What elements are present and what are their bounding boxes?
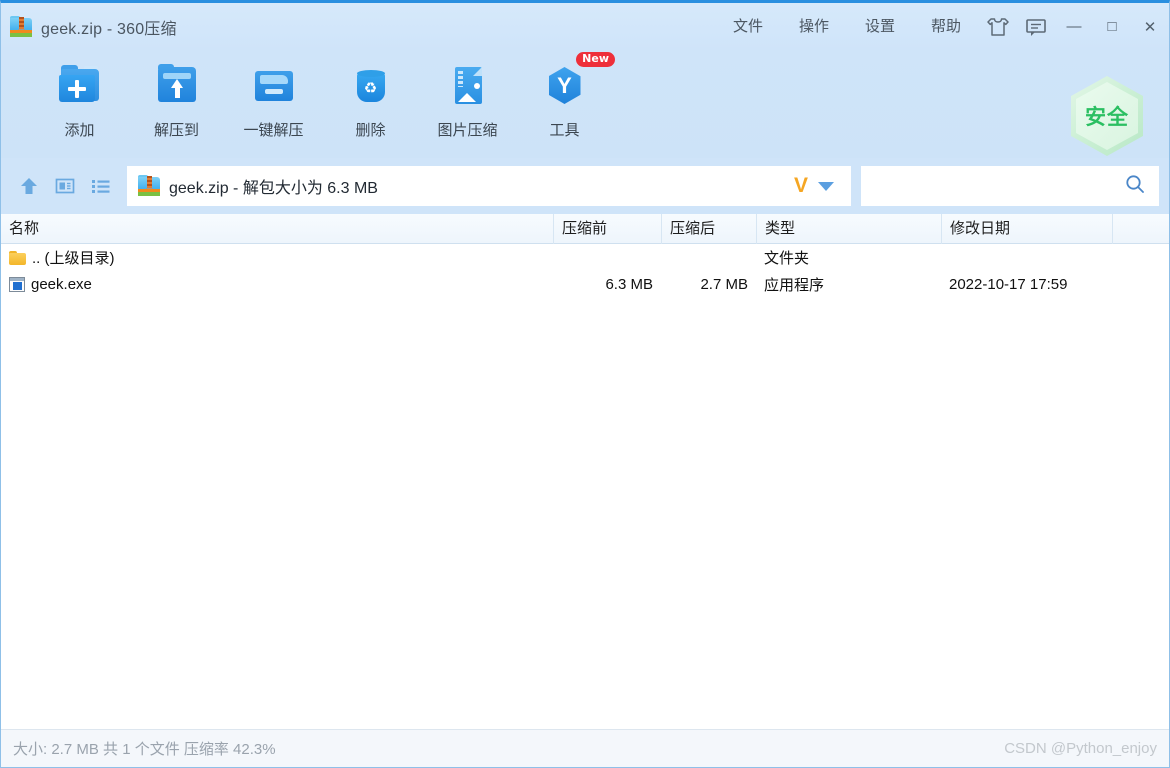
folder-icon	[9, 250, 26, 265]
toolbar-button-add[interactable]: 添加	[31, 50, 128, 150]
zip-folder-icon	[138, 175, 160, 197]
add-folder-icon	[57, 63, 103, 109]
table-row[interactable]: .. (上级目录) 文件夹	[1, 244, 1169, 271]
row-name: .. (上级目录)	[32, 250, 115, 267]
row-name: geek.exe	[31, 276, 92, 293]
new-badge: New	[576, 52, 615, 67]
toolbar-button-delete[interactable]: ♻ 删除	[322, 50, 419, 150]
app-window: geek.zip - 360压缩 文件 操作 设置 帮助 — □ ✕ 添加 解压…	[0, 0, 1170, 768]
feedback-icon[interactable]	[1017, 3, 1055, 50]
security-badge: 安全	[1071, 76, 1143, 156]
address-field[interactable]: geek.zip - 解包大小为 6.3 MB V	[127, 166, 851, 206]
menu-operation[interactable]: 操作	[781, 3, 847, 50]
image-compress-icon	[445, 63, 491, 109]
status-bar: 大小: 2.7 MB 共 1 个文件 压缩率 42.3% CSDN @Pytho…	[1, 729, 1169, 767]
chevron-down-icon[interactable]	[818, 181, 834, 191]
toolbar-label-tools: 工具	[549, 122, 580, 139]
column-header-modified[interactable]: 修改日期	[941, 213, 1112, 244]
column-header-row: 名称 压缩前 压缩后 类型 修改日期	[1, 213, 1169, 244]
row-modified: 2022-10-17 17:59	[949, 276, 1068, 293]
address-field-actions: V	[788, 174, 844, 198]
v-badge-icon[interactable]: V	[788, 174, 814, 198]
row-type: 应用程序	[764, 277, 825, 294]
address-path-text: geek.zip - 解包大小为 6.3 MB	[169, 180, 378, 197]
security-badge-label: 安全	[1085, 106, 1129, 129]
delete-icon: ♻	[348, 63, 394, 109]
column-header-name[interactable]: 名称	[1, 214, 553, 244]
exe-icon	[9, 277, 25, 292]
row-size-after: 2.7 MB	[700, 276, 748, 293]
skin-icon[interactable]	[979, 3, 1017, 50]
toolbar-label-extract-to: 解压到	[153, 122, 199, 139]
file-rows: .. (上级目录) 文件夹 geek.exe 6.3 MB 2.7 MB 应用程…	[1, 244, 1169, 729]
view-panel-icon[interactable]	[47, 168, 83, 204]
status-summary: 大小: 2.7 MB 共 1 个文件 压缩率 42.3%	[13, 741, 276, 758]
extract-to-icon	[154, 63, 200, 109]
toolbar-button-tools[interactable]: Y New 工具	[516, 50, 615, 150]
maximize-button[interactable]: □	[1093, 3, 1131, 50]
app-icon	[10, 15, 32, 38]
toolbar-label-image-compress: 图片压缩	[437, 122, 498, 139]
up-arrow-icon[interactable]	[11, 168, 47, 204]
column-header-size-before[interactable]: 压缩前	[553, 213, 661, 244]
address-bar: geek.zip - 解包大小为 6.3 MB V	[1, 158, 1169, 214]
menu-file[interactable]: 文件	[715, 3, 781, 50]
toolbar-label-delete: 删除	[355, 122, 386, 139]
toolbar-button-image-compress[interactable]: 图片压缩	[419, 50, 516, 150]
toolbar-button-one-click-extract[interactable]: 一键解压	[225, 50, 322, 150]
minimize-button[interactable]: —	[1055, 3, 1093, 50]
one-click-extract-icon	[251, 63, 297, 109]
column-header-spacer	[1112, 213, 1169, 244]
search-icon[interactable]	[1124, 173, 1146, 200]
toolbar-label-one-click-extract: 一键解压	[243, 122, 304, 139]
search-field[interactable]	[861, 166, 1159, 206]
row-type: 文件夹	[764, 250, 810, 267]
toolbar-button-extract-to[interactable]: 解压到	[128, 50, 225, 150]
title-bar: geek.zip - 360压缩 文件 操作 设置 帮助 — □ ✕	[1, 3, 1169, 50]
search-input[interactable]	[874, 177, 1124, 195]
row-size-before: 6.3 MB	[605, 276, 653, 293]
column-header-size-after[interactable]: 压缩后	[661, 213, 756, 244]
menu-help[interactable]: 帮助	[913, 3, 979, 50]
watermark: CSDN @Python_enjoy	[1004, 740, 1157, 757]
toolbar: 添加 解压到 一键解压 ♻ 删除 图片压缩 Y New 工具 安全	[1, 50, 1169, 158]
table-row[interactable]: geek.exe 6.3 MB 2.7 MB 应用程序 2022-10-17 1…	[1, 271, 1169, 298]
column-header-type[interactable]: 类型	[756, 213, 941, 244]
close-button[interactable]: ✕	[1131, 3, 1169, 50]
list-view-icon[interactable]	[83, 168, 119, 204]
toolbar-label-add: 添加	[64, 122, 95, 139]
title-bar-right: 文件 操作 设置 帮助 — □ ✕	[715, 3, 1169, 50]
file-list: 名称 压缩前 压缩后 类型 修改日期 .. (上级目录) 文件夹 geek.ex…	[1, 213, 1169, 729]
tools-icon: Y	[542, 63, 588, 109]
window-title: geek.zip - 360压缩	[41, 20, 177, 38]
menu-settings[interactable]: 设置	[847, 3, 913, 50]
